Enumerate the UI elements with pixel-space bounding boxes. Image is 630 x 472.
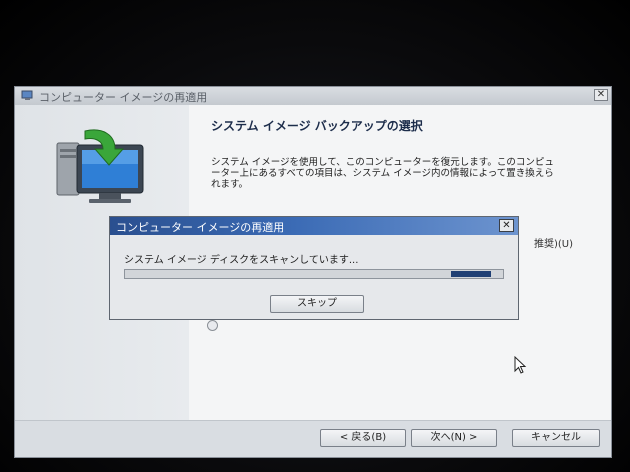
dialog-close-button[interactable]: ✕ xyxy=(499,219,514,232)
dialog-title: コンピューター イメージの再適用 xyxy=(116,221,285,234)
skip-button[interactable]: スキップ xyxy=(270,295,364,313)
page-heading: システム イメージ バックアップの選択 xyxy=(211,119,423,133)
wizard-title: コンピューター イメージの再適用 xyxy=(39,91,208,104)
dialog-title-bar: コンピューター イメージの再適用 ✕ xyxy=(110,217,518,235)
select-image-radio[interactable] xyxy=(207,320,218,331)
back-button[interactable]: < 戻る(B) xyxy=(320,429,406,447)
wizard-title-bar: コンピューター イメージの再適用 ✕ xyxy=(15,87,611,106)
wizard-footer: < 戻る(B) 次へ(N) > キャンセル xyxy=(15,420,611,457)
page-description: システム イメージを使用して、このコンピューターを復元します。このコンピューター… xyxy=(211,157,554,190)
restore-computer-icon xyxy=(21,90,33,100)
progress-marquee-chunk xyxy=(451,271,491,277)
recommended-option-label: 推奨)(U) xyxy=(534,239,574,250)
cancel-button[interactable]: キャンセル xyxy=(512,429,600,447)
scan-status-text: システム イメージ ディスクをスキャンしています... xyxy=(124,255,359,266)
mouse-pointer-icon xyxy=(514,356,527,374)
wizard-close-button[interactable]: ✕ xyxy=(594,89,608,101)
computer-restore-icon xyxy=(56,129,144,203)
scanning-progress-dialog: コンピューター イメージの再適用 ✕ システム イメージ ディスクをスキャンして… xyxy=(109,216,519,320)
scan-progress-bar xyxy=(124,269,504,279)
next-button[interactable]: 次へ(N) > xyxy=(411,429,497,447)
